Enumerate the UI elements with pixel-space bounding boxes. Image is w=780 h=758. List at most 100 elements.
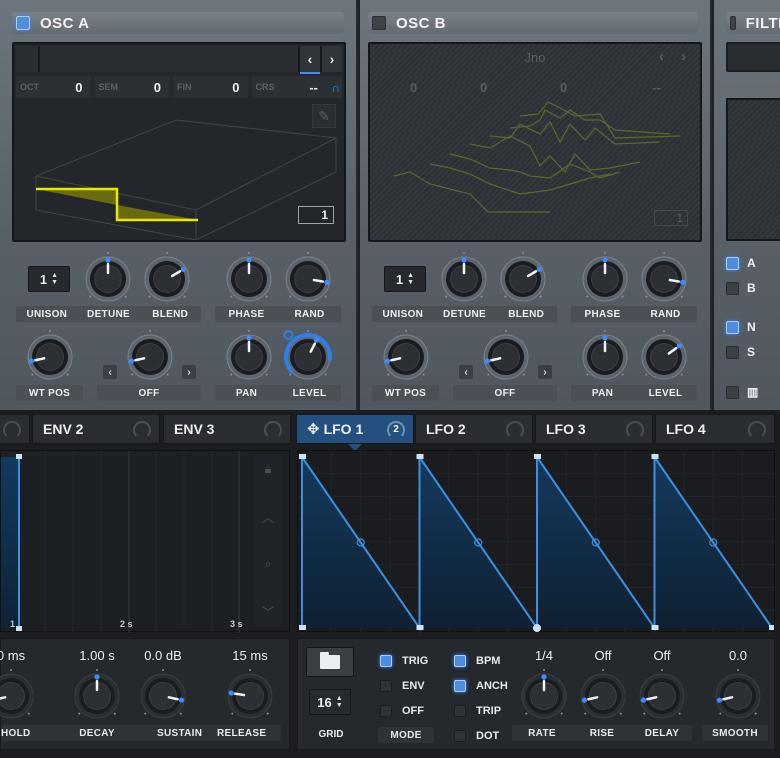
decay-value: 1.00 s	[79, 648, 115, 663]
filter-enable-toggle[interactable]	[730, 16, 736, 30]
detune-knob[interactable]	[85, 252, 131, 302]
smooth-label-bar: SMOOTH	[702, 725, 768, 741]
lfo-curve	[298, 451, 776, 633]
tab-env-1[interactable]	[0, 414, 30, 444]
crs-mod-indicator	[300, 72, 320, 74]
lfo-node	[651, 454, 659, 459]
grid-stepper[interactable]: 16 ▲ ▼	[309, 689, 351, 715]
phase-label-bar: PHASE RAND	[571, 306, 697, 322]
folder-icon	[320, 652, 340, 669]
wavetable-menu-button[interactable]	[16, 46, 40, 72]
wave-layer	[393, 171, 550, 213]
unison-stepper[interactable]: 1 ▲ ▼	[384, 266, 426, 292]
tab-lfo-1[interactable]: ✥ LFO 1 2	[296, 414, 414, 444]
triplet-toggle[interactable]: TRIP	[454, 705, 501, 717]
chevron-up-icon[interactable]: ︿	[261, 507, 274, 526]
lfo-mod-ring-icon	[748, 421, 766, 439]
tab-lfo-2[interactable]: LFO 2	[415, 414, 533, 444]
time-label: 2 s	[120, 619, 133, 629]
warp-mode-label[interactable]: OFF	[453, 385, 557, 401]
delay-knob[interactable]	[639, 669, 685, 719]
blend-knob[interactable]	[500, 252, 546, 302]
lfo-node	[651, 625, 659, 630]
lock-icon[interactable]: 🔒︎	[265, 461, 272, 477]
tab-lfo-4[interactable]: LFO 4	[655, 414, 775, 444]
tab-lfo-3[interactable]: LFO 3	[535, 414, 653, 444]
tab-env-2[interactable]: ENV 2	[32, 414, 160, 444]
phase-knob[interactable]	[582, 252, 628, 302]
knob-graphic	[582, 252, 628, 302]
lfo-node	[416, 454, 424, 459]
pan-knob[interactable]	[226, 330, 272, 380]
level-knob[interactable]	[641, 330, 687, 380]
wavetable-name[interactable]	[40, 46, 298, 72]
bpm-toggle[interactable]: BPM	[454, 655, 500, 667]
smooth-knob[interactable]	[715, 669, 761, 719]
envelope-graph[interactable]: 1 2 s 3 s 🔒︎ ︿ ⌕ ﹀	[0, 450, 290, 633]
rand-knob[interactable]	[641, 252, 687, 302]
drag-move-icon[interactable]: ✥	[307, 420, 320, 438]
mod-source-icon	[283, 330, 294, 340]
warp-knob[interactable]	[483, 330, 529, 380]
warp-next-button[interactable]: ›	[538, 365, 552, 379]
frame-number[interactable]: 1	[298, 206, 334, 224]
osc-b-enable-toggle[interactable]	[372, 16, 386, 30]
detune-knob[interactable]	[441, 252, 487, 302]
pencil-edit-icon[interactable]: ✎	[312, 104, 336, 128]
wt-pos-knob[interactable]	[383, 330, 429, 380]
keytrack-toggle[interactable]: ▥	[726, 385, 758, 399]
knob-graphic	[521, 669, 567, 719]
wt-pos-knob[interactable]	[27, 330, 73, 380]
decay-knob[interactable]	[74, 669, 120, 719]
release-knob[interactable]	[227, 669, 273, 719]
knob-graphic	[226, 252, 272, 302]
hold-knob[interactable]	[0, 669, 34, 719]
sem-field[interactable]: SEM 0	[94, 76, 169, 98]
warp-prev-button[interactable]: ‹	[103, 365, 117, 379]
fin-field[interactable]: FIN 0	[173, 76, 248, 98]
phase-knob[interactable]	[226, 252, 272, 302]
lfo-node	[533, 624, 541, 632]
wavetable-bar: ‹ ›	[16, 46, 342, 72]
env-mod-ring-icon	[264, 421, 282, 439]
zoom-magnifier-icon[interactable]: ⌕	[264, 556, 271, 572]
rise-knob[interactable]	[580, 669, 626, 719]
unison-stepper[interactable]: 1 ▲ ▼	[28, 266, 70, 292]
blend-knob[interactable]	[144, 252, 190, 302]
lfo-graph[interactable]	[297, 450, 776, 633]
route-n-toggle[interactable]: N	[726, 320, 756, 334]
wavetable-3d-graph	[35, 119, 337, 241]
rand-knob[interactable]	[285, 252, 331, 302]
oct-field[interactable]: OCT 0	[16, 76, 91, 98]
dotted-toggle[interactable]: DOT	[454, 730, 499, 742]
pitch-row: OCT 0 SEM 0 FIN 0 CRS -- ∩	[16, 72, 342, 98]
wave-fill-top	[36, 189, 117, 205]
rate-knob[interactable]	[521, 669, 567, 719]
osc-a-enable-toggle[interactable]	[16, 16, 30, 30]
mod-link-icon[interactable]: ∩	[331, 81, 340, 95]
route-a-toggle[interactable]: A	[726, 256, 756, 270]
filter-type-field[interactable]	[726, 42, 780, 72]
mode-env-toggle[interactable]: ENV	[380, 680, 425, 692]
pan-knob[interactable]	[582, 330, 628, 380]
anchor-toggle[interactable]: ANCH	[454, 680, 508, 692]
mode-off-toggle[interactable]: OFF	[380, 705, 424, 717]
level-knob[interactable]	[283, 330, 332, 380]
sustain-value: 0.0 dB	[144, 648, 182, 663]
warp-next-button[interactable]: ›	[182, 365, 196, 379]
lfo-preset-folder-button[interactable]	[306, 647, 354, 677]
chevron-down-icon[interactable]: ﹀	[261, 602, 274, 621]
prev-wavetable-button[interactable]: ‹	[298, 46, 320, 72]
route-b-toggle[interactable]: B	[726, 281, 756, 295]
tab-env-3[interactable]: ENV 3	[163, 414, 291, 444]
mode-trig-toggle[interactable]: TRIG	[380, 655, 428, 667]
warp-knob[interactable]	[127, 330, 173, 380]
unison-label-bar: UNISON DETUNE BLEND	[372, 306, 557, 322]
warp-mode-label[interactable]: OFF	[97, 385, 201, 401]
sustain-knob[interactable]	[140, 669, 186, 719]
warp-prev-button[interactable]: ‹	[459, 365, 473, 379]
route-s-toggle[interactable]: S	[726, 345, 755, 359]
knob-graphic	[580, 669, 626, 719]
next-wavetable-button[interactable]: ›	[320, 46, 342, 72]
crs-field[interactable]: CRS -- ∩	[251, 72, 342, 98]
